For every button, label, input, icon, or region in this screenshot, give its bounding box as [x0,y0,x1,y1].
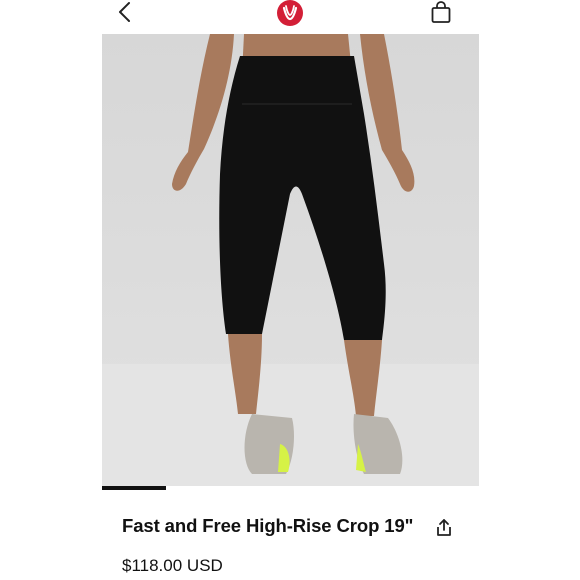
carousel-progress-fill [102,486,167,490]
product-price: $118.00 USD [122,556,223,575]
product-image[interactable] [102,34,479,489]
shopping-bag-icon[interactable] [430,0,452,24]
top-nav [102,0,479,34]
product-title: Fast and Free High-Rise Crop 19" [122,515,414,536]
product-photo [102,34,479,489]
lululemon-logo[interactable] [275,0,305,26]
chevron-left-icon[interactable] [116,1,134,25]
product-page: Fast and Free High-Rise Crop 19" $118.00… [102,0,479,580]
share-icon[interactable] [435,518,453,538]
carousel-progress [102,486,479,490]
